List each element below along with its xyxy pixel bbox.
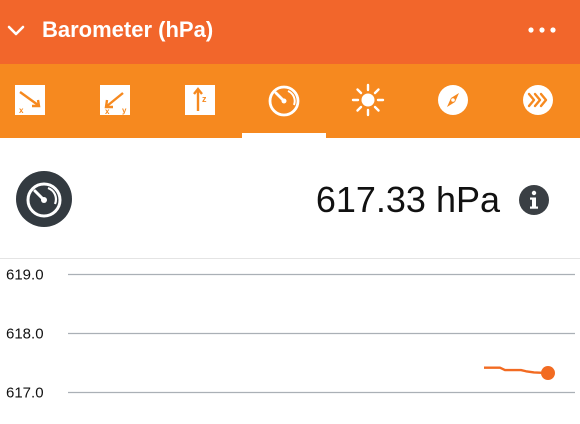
tool-acceleration-z[interactable]: z <box>180 80 220 120</box>
barometer-gauge-icon <box>16 171 72 227</box>
tool-compass[interactable] <box>433 80 473 120</box>
page-title: Barometer (hPa) <box>42 17 214 42</box>
pressure-series-line <box>484 366 549 375</box>
svg-text:x: x <box>19 106 24 115</box>
reading-value: 617.33 hPa <box>315 179 500 220</box>
compass-icon <box>438 85 468 115</box>
acceleration-z-icon: z <box>185 85 215 115</box>
app-header: Barometer (hPa) <box>0 0 580 64</box>
chevron-down-icon[interactable] <box>6 20 26 40</box>
y-tick-label: 618.0 <box>6 326 44 343</box>
more-sensors-chevrons-icon <box>523 85 553 115</box>
y-tick-label: 617.0 <box>6 385 44 402</box>
pressure-chart: 619.0 618.0 617.0 <box>0 258 580 424</box>
acceleration-xy-icon: x y <box>100 85 130 116</box>
tool-more-sensors[interactable] <box>518 80 558 120</box>
tool-linear-acceleration-x[interactable]: x <box>10 80 50 120</box>
sensor-toolbar: x x y z <box>0 64 580 138</box>
light-sun-icon <box>351 83 385 117</box>
y-tick-label: 619.0 <box>6 267 44 284</box>
reading-panel: 617.33 hPa <box>0 138 580 258</box>
tool-barometer[interactable] <box>264 80 304 120</box>
more-dots-icon[interactable] <box>526 20 558 40</box>
latest-value-marker <box>541 366 555 381</box>
tool-acceleration-xy[interactable]: x y <box>95 80 135 120</box>
pressure-chart-svg: 619.0 618.0 617.0 <box>6 267 575 402</box>
info-icon[interactable] <box>518 184 550 216</box>
svg-text:x: x <box>105 107 110 116</box>
barometer-gauge-icon <box>268 85 300 117</box>
linear-acceleration-x-icon: x <box>15 85 45 115</box>
svg-text:z: z <box>202 94 207 104</box>
svg-text:y: y <box>122 106 127 115</box>
tool-light[interactable] <box>348 80 388 120</box>
